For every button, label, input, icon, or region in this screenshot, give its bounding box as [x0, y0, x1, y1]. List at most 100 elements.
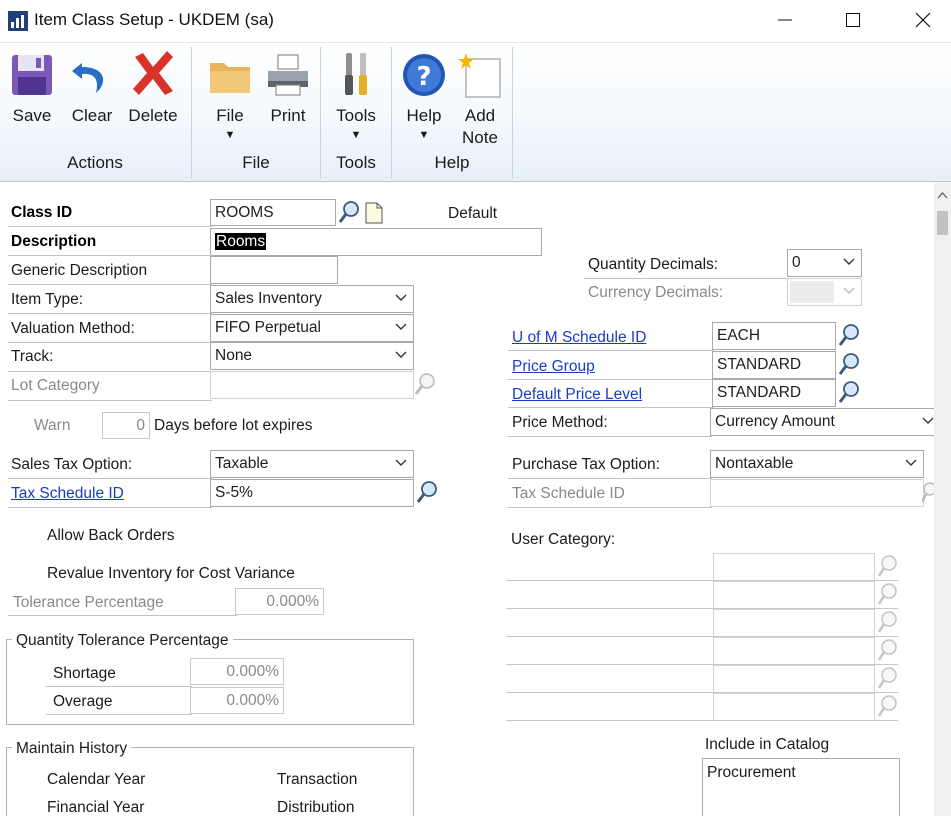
default-price-level-input[interactable]: STANDARD: [712, 379, 836, 407]
ribbon-separator: [512, 47, 513, 179]
lookup-icon[interactable]: [338, 200, 360, 226]
purchase-tax-schedule-id-label: Tax Schedule ID: [512, 485, 625, 502]
user-category-row-5[interactable]: [506, 665, 898, 693]
uofm-schedule-id-input[interactable]: EACH: [712, 322, 836, 350]
lookup-icon[interactable]: [876, 638, 898, 664]
row-divider: [508, 436, 712, 437]
lookup-icon[interactable]: [876, 554, 898, 580]
tools-icon: [345, 53, 367, 95]
catalog-item[interactable]: Procurement: [707, 764, 796, 781]
sales-tax-option-label: Sales Tax Option:: [11, 456, 133, 473]
item-type-value: Sales Inventory: [215, 290, 322, 307]
track-value: None: [215, 347, 253, 364]
price-method-value: Currency Amount: [715, 413, 835, 430]
uofm-schedule-id-link[interactable]: U of M Schedule ID: [512, 329, 646, 347]
lookup-icon[interactable]: [416, 480, 438, 506]
price-method-select[interactable]: Currency Amount: [710, 408, 934, 436]
sales-tax-option-select[interactable]: Taxable: [210, 450, 414, 478]
lookup-icon[interactable]: [838, 352, 860, 378]
maximize-button[interactable]: [818, 0, 888, 40]
scroll-up-icon[interactable]: [937, 191, 948, 199]
maximize-icon: [846, 13, 860, 27]
help-menu-button[interactable]: ? Help ▼: [398, 49, 450, 141]
lot-category-input[interactable]: [210, 371, 414, 399]
chevron-down-icon: [922, 417, 934, 424]
close-button[interactable]: [888, 0, 951, 40]
quantity-tolerance-title: Quantity Tolerance Percentage: [12, 632, 233, 650]
quantity-decimals-select[interactable]: 0: [787, 249, 862, 277]
row-divider: [8, 371, 212, 372]
scrollbar-thumb[interactable]: [937, 211, 948, 235]
lookup-icon[interactable]: [922, 480, 934, 506]
item-type-select[interactable]: Sales Inventory: [210, 285, 414, 313]
include-in-catalog-label: Include in Catalog: [705, 736, 830, 753]
price-group-input[interactable]: STANDARD: [712, 351, 836, 379]
financial-year-checkbox[interactable]: Financial Year: [47, 799, 144, 816]
vertical-scrollbar[interactable]: [934, 183, 951, 816]
transaction-checkbox[interactable]: Transaction: [277, 771, 357, 789]
lookup-icon[interactable]: [876, 610, 898, 636]
lookup-icon[interactable]: [838, 323, 860, 349]
user-category-row-1[interactable]: [506, 553, 898, 581]
valuation-method-value: FIFO Perpetual: [215, 319, 321, 336]
purchase-tax-schedule-id-input[interactable]: [710, 479, 924, 507]
add-note-button[interactable]: Add Note: [454, 49, 506, 149]
shortage-input[interactable]: 0.000%: [190, 658, 284, 685]
folder-icon: [210, 63, 250, 93]
currency-decimals-select[interactable]: [787, 278, 862, 306]
lookup-icon[interactable]: [838, 380, 860, 406]
row-divider: [8, 478, 212, 479]
class-id-input[interactable]: ROOMS: [210, 199, 336, 226]
minimize-button[interactable]: [750, 0, 820, 40]
item-type-label: Item Type:: [11, 291, 84, 308]
save-button[interactable]: Save: [6, 49, 58, 127]
lookup-icon[interactable]: [876, 694, 898, 720]
chevron-down-icon: [395, 459, 407, 466]
lookup-icon[interactable]: [876, 582, 898, 608]
user-category-row-2[interactable]: [506, 581, 898, 609]
track-select[interactable]: None: [210, 342, 414, 370]
distribution-checkbox[interactable]: Distribution: [277, 799, 355, 816]
calendar-year-checkbox[interactable]: Calendar Year: [47, 771, 145, 789]
tolerance-percentage-input[interactable]: 0.000%: [235, 588, 324, 615]
user-category-row-3[interactable]: [506, 609, 898, 637]
ribbon-toolbar: Save Clear Delete Actions File ▼ Print F…: [0, 42, 951, 182]
chevron-down-icon: [395, 323, 407, 330]
chevron-down-icon: [395, 294, 407, 301]
help-icon: ?: [403, 54, 445, 96]
clear-button[interactable]: Clear: [66, 49, 118, 127]
app-icon: [8, 11, 28, 31]
tolerance-percentage-label: Tolerance Percentage: [13, 594, 164, 611]
tax-schedule-id-link[interactable]: Tax Schedule ID: [11, 485, 124, 503]
purchase-tax-option-select[interactable]: Nontaxable: [710, 450, 924, 478]
default-price-level-link[interactable]: Default Price Level: [512, 386, 642, 404]
new-note-icon[interactable]: [363, 200, 385, 226]
file-menu-button[interactable]: File ▼: [204, 49, 256, 141]
row-divider: [584, 278, 789, 279]
warn-days-input[interactable]: 0: [102, 412, 150, 439]
tools-menu-button[interactable]: Tools ▼: [330, 49, 382, 141]
ribbon-group-file: File: [242, 153, 270, 172]
valuation-method-select[interactable]: FIFO Perpetual: [210, 314, 414, 342]
title-bar: Item Class Setup - UKDEM (sa): [0, 0, 951, 42]
delete-button[interactable]: Delete: [124, 49, 182, 127]
ribbon-group-actions: Actions: [67, 153, 123, 172]
user-category-row-6[interactable]: [506, 693, 898, 721]
include-in-catalog-list[interactable]: Procurement: [702, 758, 900, 816]
description-input[interactable]: Rooms: [210, 228, 542, 256]
row-divider: [508, 507, 712, 508]
note-icon: [458, 53, 501, 98]
tax-schedule-id-input[interactable]: S-5%: [210, 479, 414, 507]
revalue-inventory-checkbox[interactable]: Revalue Inventory for Cost Variance: [47, 565, 295, 583]
generic-description-input[interactable]: [210, 256, 338, 284]
print-button[interactable]: Print: [262, 49, 314, 127]
item-class-form: Class ID ROOMS Default Description Rooms…: [0, 183, 934, 816]
add-note-label-2: Note: [462, 128, 498, 147]
price-group-link[interactable]: Price Group: [512, 358, 595, 376]
allow-back-orders-checkbox[interactable]: Allow Back Orders: [47, 527, 174, 545]
purchase-tax-option-value: Nontaxable: [715, 455, 794, 472]
overage-input[interactable]: 0.000%: [190, 687, 284, 714]
lookup-icon[interactable]: [876, 666, 898, 692]
user-category-row-4[interactable]: [506, 637, 898, 665]
lookup-icon[interactable]: [414, 372, 436, 398]
